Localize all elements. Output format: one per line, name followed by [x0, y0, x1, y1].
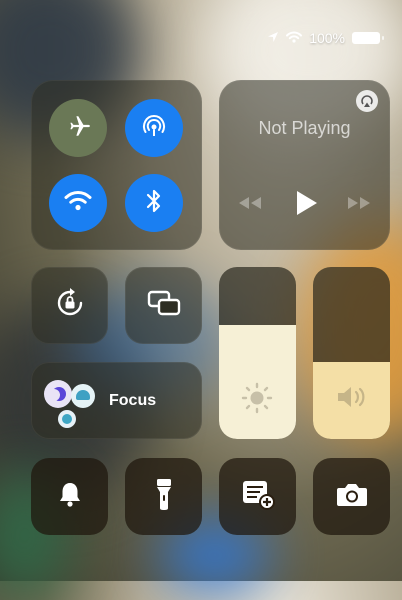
- media-title: Not Playing: [258, 118, 351, 138]
- bluetooth-icon: [143, 188, 165, 219]
- fast-forward-button[interactable]: [344, 195, 374, 216]
- wifi-toggle[interactable]: [49, 174, 107, 232]
- battery-icon: [352, 32, 384, 44]
- location-arrow-icon: [267, 30, 279, 46]
- screen-mirroring-icon: [147, 289, 181, 322]
- focus-icon: [44, 380, 98, 428]
- connectivity-panel: [31, 80, 202, 250]
- cellular-icon: [140, 112, 168, 145]
- wifi-icon: [286, 30, 303, 46]
- focus-label: Focus: [109, 392, 157, 409]
- battery-percentage: 100%: [309, 30, 345, 46]
- quick-note-icon: [240, 478, 276, 515]
- brightness-slider[interactable]: [219, 267, 296, 439]
- airplane-icon: [65, 113, 91, 144]
- media-player-panel[interactable]: Not Playing: [219, 80, 390, 250]
- status-bar: 100%: [267, 30, 384, 46]
- alarm-button[interactable]: [31, 458, 108, 535]
- camera-button[interactable]: [313, 458, 390, 535]
- rotation-lock-button[interactable]: [31, 267, 108, 344]
- sun-icon: [241, 382, 273, 419]
- wifi-icon: [64, 190, 92, 217]
- speaker-icon: [335, 384, 369, 415]
- rotation-lock-icon: [53, 286, 87, 325]
- play-button[interactable]: [291, 188, 319, 223]
- camera-icon: [335, 480, 369, 513]
- cellular-data-toggle[interactable]: [125, 99, 183, 157]
- airplay-icon[interactable]: [356, 90, 378, 112]
- rewind-button[interactable]: [235, 195, 265, 216]
- bluetooth-toggle[interactable]: [125, 174, 183, 232]
- flashlight-button[interactable]: [125, 458, 202, 535]
- focus-button[interactable]: Focus: [31, 362, 202, 439]
- media-controls: [219, 188, 390, 223]
- flashlight-icon: [155, 477, 173, 516]
- volume-slider[interactable]: [313, 267, 390, 439]
- alarm-bell-icon: [57, 480, 83, 513]
- screen-mirroring-button[interactable]: [125, 267, 202, 344]
- airplane-mode-toggle[interactable]: [49, 99, 107, 157]
- quick-note-button[interactable]: [219, 458, 296, 535]
